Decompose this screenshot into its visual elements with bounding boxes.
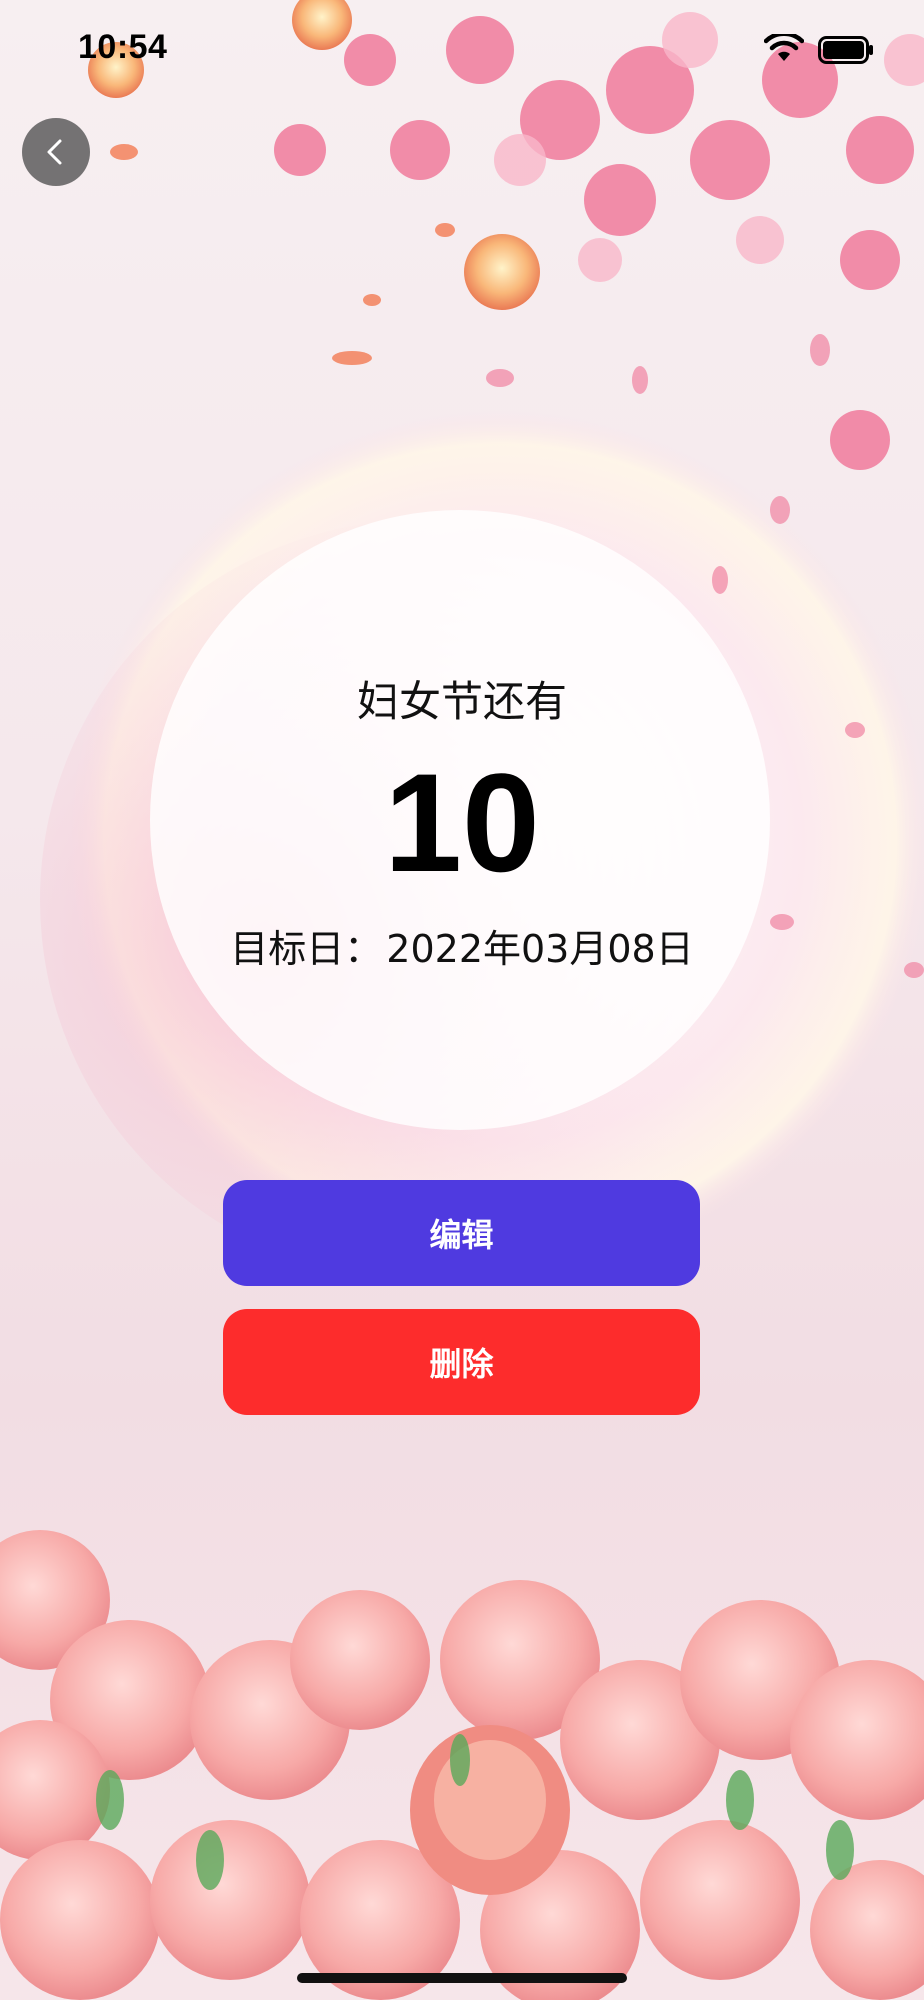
status-time: 10:54	[78, 28, 168, 66]
battery-icon	[818, 36, 873, 64]
home-indicator[interactable]	[297, 1973, 627, 1983]
days-remaining: 10	[384, 744, 540, 901]
status-bar: 10:54	[0, 0, 924, 100]
countdown-title: 妇女节还有	[356, 677, 567, 726]
wifi-icon	[764, 34, 804, 61]
back-button[interactable]	[22, 118, 90, 186]
target-date-label: 目标日：	[230, 927, 383, 971]
edit-button[interactable]: 编辑	[223, 1180, 700, 1286]
countdown-detail-screen: 10:54 妇女节还有 10 目标日： 2022年03月08日 编辑 删除	[0, 0, 924, 2000]
target-date-value: 2022年03月08日	[386, 927, 694, 971]
delete-button[interactable]: 删除	[223, 1309, 700, 1415]
chevron-left-icon	[47, 139, 62, 165]
background-artwork	[0, 0, 924, 2000]
target-date-row: 目标日： 2022年03月08日	[0, 918, 924, 973]
